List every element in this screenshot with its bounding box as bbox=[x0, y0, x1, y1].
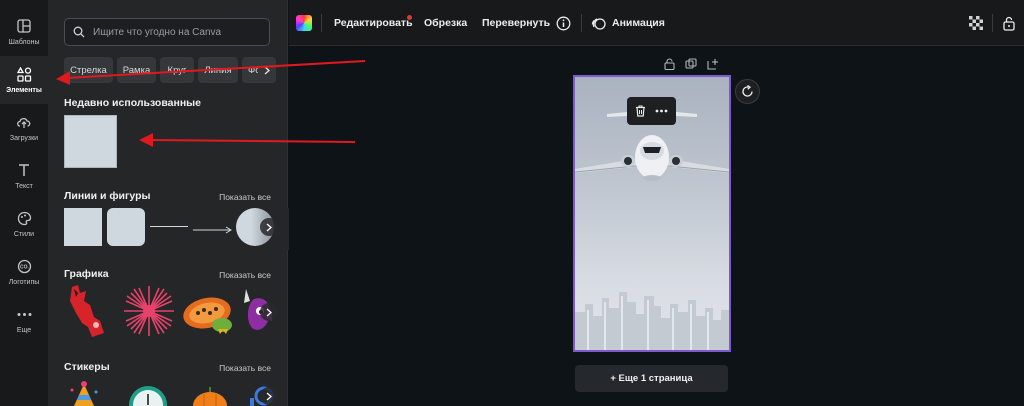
section-title-graphics: Графика bbox=[64, 268, 109, 280]
rotate-button[interactable] bbox=[735, 79, 760, 104]
search-box[interactable] bbox=[64, 18, 270, 46]
rail-item-elements[interactable]: Элементы bbox=[0, 56, 48, 104]
elements-icon bbox=[16, 66, 32, 82]
rail-item-label: Загрузки bbox=[9, 135, 39, 142]
element-context-menu bbox=[627, 97, 676, 125]
notification-dot bbox=[407, 15, 412, 20]
canva-editor: Шаблоны Элементы Загрузки Текст Стили CO… bbox=[0, 0, 1024, 406]
section-title-recent: Недавно использованные bbox=[64, 97, 201, 109]
chip-arrow[interactable]: Стрелка bbox=[64, 57, 113, 83]
info-button[interactable] bbox=[556, 0, 571, 46]
chevron-right-icon bbox=[264, 66, 270, 75]
graphics-scroll-right-button[interactable] bbox=[260, 303, 278, 321]
chip-frame[interactable]: Рамка bbox=[117, 57, 156, 83]
show-all-graphics[interactable]: Показать все bbox=[219, 270, 271, 280]
shape-arrow-line[interactable] bbox=[193, 222, 233, 234]
add-page-icon[interactable] bbox=[707, 58, 719, 74]
rail-item-label: Логотипы bbox=[8, 279, 40, 286]
shapes-scroll-right-button[interactable] bbox=[260, 218, 278, 236]
toolbar-divider bbox=[581, 14, 582, 32]
animation-icon bbox=[591, 16, 606, 31]
add-page-button[interactable]: + Еще 1 страница bbox=[575, 365, 728, 392]
text-icon bbox=[16, 162, 32, 178]
animate-button[interactable]: Анимация bbox=[591, 0, 665, 46]
rail-item-label: Еще bbox=[16, 327, 32, 334]
rail-item-label: Элементы bbox=[6, 87, 42, 94]
rail-item-logos[interactable]: CO. Логотипы bbox=[0, 248, 48, 296]
color-picker-button[interactable] bbox=[296, 15, 312, 31]
lock-button[interactable] bbox=[1003, 0, 1015, 46]
show-all-stickers[interactable]: Показать все bbox=[219, 363, 271, 373]
chevron-right-icon bbox=[266, 223, 272, 232]
crop-button[interactable]: Обрезка bbox=[424, 0, 467, 46]
shape-rounded-square[interactable] bbox=[107, 208, 145, 246]
elements-panel: Стрелка Рамка Круг Линия Фон Недавно исп… bbox=[48, 0, 288, 406]
shape-line[interactable] bbox=[150, 226, 188, 227]
lock-page-icon[interactable] bbox=[664, 58, 675, 74]
svg-text:CO.: CO. bbox=[20, 264, 30, 270]
recent-element-square[interactable] bbox=[64, 115, 117, 168]
rail-item-label: Шаблоны bbox=[8, 39, 40, 46]
stickers-scroll-right-button[interactable] bbox=[260, 387, 278, 405]
palette-icon bbox=[16, 210, 32, 226]
transparency-checker-icon bbox=[969, 16, 983, 30]
chevron-right-icon bbox=[266, 392, 272, 401]
upload-cloud-icon bbox=[16, 114, 32, 130]
section-title-stickers: Стикеры bbox=[64, 361, 110, 373]
rail-item-more[interactable]: Еще bbox=[0, 296, 48, 344]
edit-image-label: Редактировать bbox=[334, 17, 413, 29]
section-title-lines-shapes: Линии и фигуры bbox=[64, 190, 151, 202]
transparency-button[interactable] bbox=[969, 0, 983, 46]
toolbar-divider bbox=[992, 14, 993, 32]
flip-button[interactable]: Перевернуть bbox=[482, 0, 550, 46]
left-rail: Шаблоны Элементы Загрузки Текст Стили CO… bbox=[0, 0, 48, 406]
rail-item-templates[interactable]: Шаблоны bbox=[0, 8, 48, 56]
chip-circle[interactable]: Круг bbox=[160, 57, 194, 83]
unlock-icon bbox=[1003, 16, 1015, 31]
chevron-right-icon bbox=[266, 308, 272, 317]
rail-item-styles[interactable]: Стили bbox=[0, 200, 48, 248]
edit-image-button[interactable]: Редактировать bbox=[334, 0, 413, 46]
rail-item-text[interactable]: Текст bbox=[0, 152, 48, 200]
search-icon bbox=[73, 26, 85, 38]
rail-item-label: Стили bbox=[13, 231, 35, 238]
graphic-red-figure[interactable] bbox=[64, 283, 116, 339]
rotate-icon bbox=[741, 85, 754, 98]
show-all-lines-shapes[interactable]: Показать все bbox=[219, 192, 271, 202]
trash-icon[interactable] bbox=[635, 105, 646, 117]
more-dots-icon bbox=[16, 306, 32, 322]
context-toolbar: Редактировать Обрезка Перевернуть Анимац… bbox=[289, 0, 1024, 46]
sticker-party-hat[interactable] bbox=[66, 380, 102, 406]
crop-label: Обрезка bbox=[424, 17, 468, 29]
chip-line[interactable]: Линия bbox=[198, 57, 238, 83]
templates-icon bbox=[16, 18, 32, 34]
toolbar-divider bbox=[321, 14, 322, 32]
search-input[interactable] bbox=[93, 26, 263, 38]
chips-next-button[interactable] bbox=[258, 57, 276, 83]
filter-chips: Стрелка Рамка Круг Линия Фон bbox=[64, 57, 274, 83]
animate-label: Анимация bbox=[612, 17, 665, 29]
graphic-pink-burst[interactable] bbox=[122, 284, 176, 338]
flip-label: Перевернуть bbox=[482, 17, 551, 29]
sticker-clock[interactable] bbox=[128, 383, 168, 406]
city-skyline-image bbox=[575, 292, 729, 350]
rail-item-label: Текст bbox=[15, 183, 33, 190]
graphic-papaya[interactable] bbox=[182, 291, 236, 335]
logo-icon: CO. bbox=[16, 258, 32, 274]
sticker-pumpkin[interactable] bbox=[190, 385, 230, 406]
page-actions bbox=[664, 58, 719, 74]
info-icon bbox=[556, 16, 571, 31]
shape-square[interactable] bbox=[64, 208, 102, 246]
rail-item-uploads[interactable]: Загрузки bbox=[0, 104, 48, 152]
more-options-icon[interactable] bbox=[655, 109, 668, 113]
duplicate-page-icon[interactable] bbox=[685, 58, 697, 74]
